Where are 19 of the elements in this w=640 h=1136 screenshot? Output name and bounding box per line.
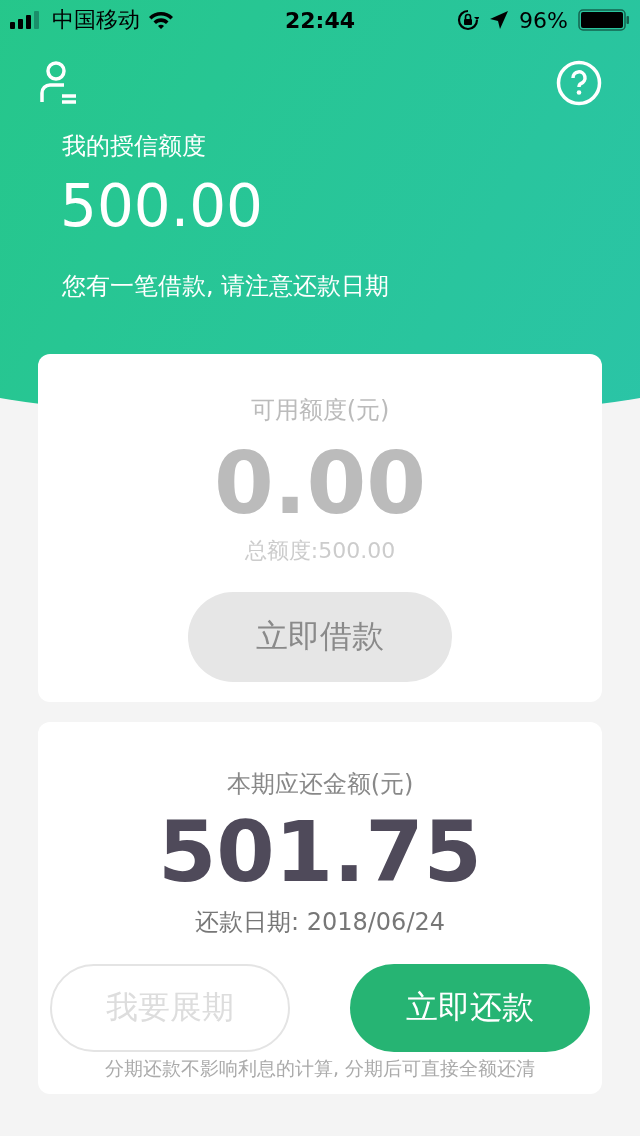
battery-icon [578, 9, 630, 31]
user-icon[interactable] [40, 60, 76, 104]
credit-limit-title: 我的授信额度 [62, 131, 207, 162]
primary-button[interactable]: 立即还款 [350, 964, 590, 1052]
repayment-amount: 501.75 [157, 810, 483, 894]
location-icon [489, 10, 510, 30]
rotation-lock-icon [457, 9, 480, 31]
battery-percent: 96% [519, 7, 568, 33]
available-credit-label: 可用额度(元) [250, 395, 390, 426]
installment-note: 分期还款不影响利息的计算, 分期后可直接全额还清 [104, 1056, 536, 1081]
carrier-name: 中国移动 [52, 6, 140, 34]
repayment-amount-label: 本期应还金额(元) [226, 769, 414, 800]
available-credit-amount: 0.00 [213, 440, 427, 526]
wifi-icon [148, 10, 174, 30]
help-icon[interactable] [556, 60, 602, 106]
credit-limit-amount: 500.00 [60, 172, 264, 240]
repayment-notice: 您有一笔借款, 请注意还款日期 [62, 271, 391, 302]
due-date-text: 还款日期: 2018/06/24 [194, 907, 445, 938]
status-time: 22:44 [285, 7, 355, 33]
